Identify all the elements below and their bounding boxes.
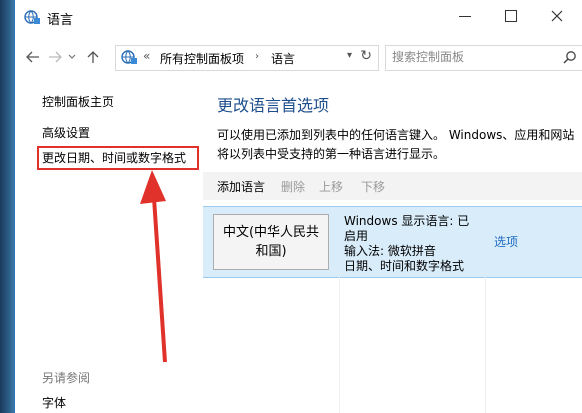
language-globe-icon: [24, 10, 40, 24]
annotation-arrow-icon: [140, 170, 167, 363]
input-method-info: 输入法: 微软拼音: [344, 244, 436, 258]
search-box[interactable]: [385, 45, 582, 71]
maximize-button[interactable]: [488, 0, 534, 32]
close-icon: [551, 10, 563, 22]
page-description: 可以使用已添加到列表中的任何语言键入。 Windows、应用和网站将以列表中受支…: [217, 128, 575, 161]
empty-list-area: [203, 277, 582, 413]
minimize-icon: [459, 15, 471, 17]
language-options-link[interactable]: 选项: [494, 233, 518, 250]
close-button[interactable]: [534, 0, 580, 32]
breadcrumb-language[interactable]: 语言: [271, 50, 295, 67]
window-frame: 语言 « 所有控制面板项 › 语言 ▾ ↻ 搜索控制面板 控制面板主页 高级设置…: [14, 0, 582, 413]
forward-arrow-icon[interactable]: [45, 46, 65, 68]
page-title: 更改语言首选项: [217, 96, 330, 115]
language-name: 中文(中华人民共和国): [222, 225, 320, 259]
date-time-number-format-info: 日期、时间和数字格式: [344, 259, 465, 273]
language-list-item[interactable]: 中文(中华人民共和国) Windows 显示语言: 已启用 输入法: 微软拼音 …: [203, 206, 582, 278]
title-bar[interactable]: 语言: [15, 0, 582, 34]
breadcrumb-all-control-panel-items[interactable]: 所有控制面板项: [160, 50, 244, 67]
desktop-background-strip: [0, 0, 14, 413]
control-panel-home-link[interactable]: 控制面板主页: [42, 93, 114, 110]
search-input[interactable]: [392, 49, 552, 65]
refresh-icon[interactable]: ↻: [360, 48, 372, 64]
up-arrow-icon[interactable]: [83, 46, 103, 68]
breadcrumb-overflow[interactable]: «: [143, 49, 150, 63]
language-toolbar: 添加语言 删除 上移 下移: [203, 172, 582, 200]
chevron-right-icon[interactable]: ›: [255, 51, 259, 62]
remove-button[interactable]: 删除: [281, 178, 305, 195]
address-dropdown-icon[interactable]: ▾: [347, 50, 352, 61]
annotation-highlight-box: [37, 146, 199, 170]
column-divider: [339, 277, 340, 413]
address-bar[interactable]: « 所有控制面板项 › 语言 ▾ ↻: [115, 45, 379, 71]
control-panel-window: 语言 « 所有控制面板项 › 语言 ▾ ↻ 搜索控制面板 控制面板主页 高级设置…: [0, 0, 582, 413]
language-name-button[interactable]: 中文(中华人民共和国): [213, 214, 329, 270]
window-title: 语言: [47, 13, 74, 28]
search-icon[interactable]: [563, 50, 577, 64]
add-language-button[interactable]: 添加语言: [217, 178, 265, 195]
maximize-icon: [505, 10, 517, 22]
recent-dropdown-icon[interactable]: [65, 46, 79, 68]
display-language-status: Windows 显示语言: 已启用: [344, 214, 470, 243]
back-arrow-icon[interactable]: [23, 46, 43, 68]
move-down-button[interactable]: 下移: [361, 178, 385, 195]
language-info: Windows 显示语言: 已启用 输入法: 微软拼音 日期、时间和数字格式: [344, 214, 479, 274]
navigation-row: « 所有控制面板项 › 语言 ▾ ↻: [15, 42, 582, 72]
advanced-settings-link[interactable]: 高级设置: [42, 124, 90, 141]
see-also-heading: 另请参阅: [42, 371, 91, 385]
fonts-link[interactable]: 字体: [42, 394, 66, 411]
main-content: 更改语言首选项 可以使用已添加到列表中的任何语言键入。 Windows、应用和网…: [203, 72, 582, 413]
minimize-button[interactable]: [442, 0, 488, 32]
language-globe-icon: [121, 50, 137, 64]
move-up-button[interactable]: 上移: [319, 178, 343, 195]
column-divider: [485, 277, 486, 413]
